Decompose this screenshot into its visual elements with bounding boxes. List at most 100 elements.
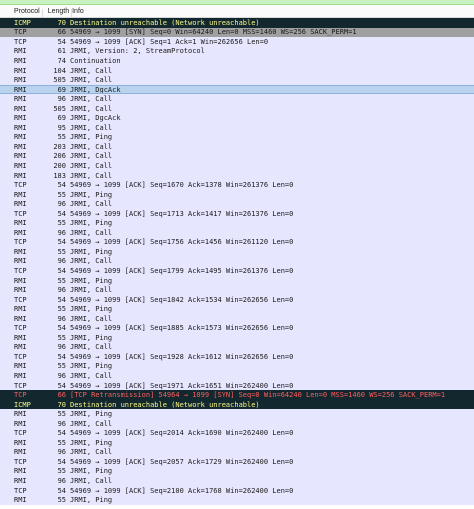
packet-length: 66 (57, 391, 66, 400)
packet-length: 55 (57, 333, 66, 342)
packet-row[interactable]: RMI 55 JRMI, Ping (0, 247, 474, 257)
packet-length: 54 (57, 352, 66, 361)
packet-row[interactable]: TCP 54 54969 → 1099 [ACK] Seq=1756 Ack=145… (0, 237, 474, 248)
packet-protocol: RMI (14, 372, 27, 380)
packet-row[interactable]: RMI 61 JRMI, Version: 2, StreamProtocol (0, 46, 474, 57)
packet-info: JRMI, Call (70, 104, 113, 113)
packet-row[interactable]: RMI 55 JRMI, Ping (0, 361, 474, 372)
packet-protocol: RMI (14, 247, 27, 256)
packet-row[interactable]: RMI 96 JRMI, Call (0, 94, 474, 104)
packet-row[interactable]: RMI 206 JRMI, Call (0, 151, 474, 162)
column-header-length[interactable]: Length (40, 8, 73, 18)
packet-row[interactable]: RMI 55 JRMI, Ping (0, 333, 474, 343)
packet-row[interactable]: TCP 54 54969 → 1099 [ACK] Seq=1842 Ack=153… (0, 294, 474, 305)
packet-info: JRMI, Ping (70, 305, 113, 314)
packet-length: 183 (53, 171, 66, 180)
packet-info: JRMI, Call (70, 161, 113, 170)
column-header-info[interactable]: Info (69, 8, 84, 15)
packet-protocol: RMI (14, 161, 27, 170)
packet-info: 54969 → 1099 [ACK] Seq=1670 Ack=1378 Win… (70, 181, 294, 190)
packet-row[interactable]: ICMP 70 Destination unreachable (Network u… (0, 18, 474, 28)
packet-info: JRMI, Call (70, 343, 113, 352)
packet-row[interactable]: RMI 200 JRMI, Call (0, 161, 474, 171)
packet-length: 96 (57, 314, 66, 323)
packet-protocol: RMI (14, 66, 27, 75)
packet-protocol: TCP (14, 486, 27, 495)
packet-row[interactable]: RMI 55 JRMI, Ping (0, 304, 474, 314)
packet-row[interactable]: RMI 96 JRMI, Call (0, 476, 474, 486)
packet-protocol: RMI (14, 477, 27, 486)
packet-row[interactable]: RMI 96 JRMI, Call (0, 342, 474, 353)
packet-row[interactable]: RMI 96 JRMI, Call (0, 285, 474, 295)
packet-info: 54969 → 1099 [ACK] Seq=2057 Ack=1729 Win… (70, 457, 294, 466)
packet-protocol: TCP (14, 295, 27, 304)
packet-info: 54969 → 1099 [ACK] Seq=1885 Ack=1573 Win… (70, 324, 294, 333)
packet-row[interactable]: RMI 69 JRMI, DgcAck (0, 113, 474, 124)
packet-length: 54 (57, 238, 66, 247)
packet-row[interactable]: TCP 54 54969 → 1099 [ACK] Seq=2014 Ack=169… (0, 428, 474, 439)
packet-row[interactable]: RMI 55 JRMI, Ping (0, 189, 474, 200)
packet-row[interactable]: RMI 96 JRMI, Call (0, 256, 474, 267)
packet-row[interactable]: TCP 54 54969 → 1099 [ACK] Seq=1928 Ack=161… (0, 352, 474, 362)
packet-row[interactable]: RMI 55 JRMI, Ping (0, 132, 474, 143)
packet-protocol: RMI (14, 257, 27, 266)
packet-row[interactable]: RMI 203 JRMI, Call (0, 142, 474, 152)
packet-length: 96 (57, 343, 66, 352)
packet-info: JRMI, DgcAck (70, 85, 121, 94)
packet-protocol: RMI (14, 142, 27, 151)
packet-row[interactable]: TCP 54 54969 → 1099 [ACK] Seq=1 Ack=1 Win=… (0, 37, 474, 47)
packet-row[interactable]: RMI 55 JRMI, Ping (0, 438, 474, 448)
packet-row[interactable]: RMI 96 JRMI, Call (0, 313, 474, 324)
packet-info: JRMI, Call (70, 419, 113, 428)
packet-row[interactable]: RMI 96 JRMI, Call (0, 228, 474, 238)
packet-length: 69 (57, 85, 66, 94)
packet-row[interactable]: RMI 104 JRMI, Call (0, 65, 474, 76)
packet-row[interactable]: RMI 183 JRMI, Call (0, 170, 474, 181)
packet-info: JRMI, Call (70, 200, 113, 209)
packet-info: 54969 → 1099 [ACK] Seq=1842 Ack=1534 Win… (70, 295, 294, 304)
packet-length: 54 (57, 486, 66, 495)
packet-row[interactable]: TCP 54 54969 → 1099 [ACK] Seq=1885 Ack=157… (0, 323, 474, 334)
packet-row[interactable]: TCP 54 54969 → 1099 [ACK] Seq=1971 Ack=165… (0, 380, 474, 391)
packet-row[interactable]: RMI 96 JRMI, Call (0, 199, 474, 209)
packet-row[interactable]: TCP 54 54969 → 1099 [ACK] Seq=1713 Ack=141… (0, 208, 474, 219)
packet-row[interactable]: RMI 55 JRMI, Ping (0, 466, 474, 477)
packet-info: JRMI, Call (70, 76, 113, 85)
packet-row[interactable]: RMI 55 JRMI, Ping (0, 275, 474, 286)
packet-protocol: TCP (14, 28, 27, 37)
packet-row[interactable]: ICMP 70 Destination unreachable (Network u… (0, 399, 474, 410)
packet-protocol: RMI (14, 171, 27, 180)
packet-info: 54969 → 1099 [ACK] Seq=1713 Ack=1417 Win… (70, 209, 294, 218)
packet-row[interactable]: TCP 54 54969 → 1099 [ACK] Seq=1670 Ack=137… (0, 180, 474, 190)
packet-row[interactable]: TCP 66 54969 → 1099 [SYN] Seq=0 Win=64240 … (0, 27, 474, 38)
packet-row[interactable]: RMI 55 JRMI, Ping (0, 409, 474, 419)
packet-info: JRMI, DgcAck (70, 114, 121, 123)
packet-row[interactable]: RMI 505 JRMI, Call (0, 75, 474, 85)
packet-protocol: RMI (14, 343, 27, 352)
packet-row[interactable]: RMI 69 JRMI, DgcAck (0, 84, 474, 95)
packet-row[interactable]: RMI 55 JRMI, Ping (0, 218, 474, 229)
packet-info: JRMI, Call (70, 448, 113, 457)
packet-row[interactable]: TCP 54 54969 → 1099 [ACK] Seq=1799 Ack=149… (0, 266, 474, 276)
packet-row[interactable]: TCP 54 54969 → 1099 [ACK] Seq=2057 Ack=172… (0, 457, 474, 467)
packet-info: 54969 → 1099 [ACK] Seq=2014 Ack=1690 Win… (70, 429, 294, 438)
packet-info: JRMI, Ping (70, 247, 113, 256)
column-header-protocol[interactable]: Protocol (0, 8, 43, 18)
packet-row[interactable]: RMI 55 JRMI, Ping (0, 495, 474, 505)
packet-list: ICMP 70 Destination unreachable (Network u… (0, 18, 474, 505)
packet-row[interactable]: TCP 54 54969 → 1099 [ACK] Seq=2100 Ack=176… (0, 485, 474, 496)
packet-info: JRMI, Ping (70, 219, 113, 228)
packet-length: 206 (53, 152, 66, 161)
packet-row[interactable]: RMI 505 JRMI, Call (0, 103, 474, 114)
packet-row[interactable]: TCP 66 [TCP Retransmission] 54964 → 1099 [… (0, 390, 474, 400)
packet-length: 55 (57, 219, 66, 228)
packet-protocol: RMI (14, 47, 27, 56)
packet-length: 54 (57, 324, 66, 333)
packet-row[interactable]: RMI 96 JRMI, Call (0, 371, 474, 381)
packet-row[interactable]: RMI 96 JRMI, Call (0, 447, 474, 458)
packet-row[interactable]: RMI 74 Continuation (0, 56, 474, 66)
column-header: Protocol Length Info (0, 5, 474, 18)
packet-length: 55 (57, 467, 66, 476)
packet-row[interactable]: RMI 95 JRMI, Call (0, 123, 474, 133)
packet-row[interactable]: RMI 96 JRMI, Call (0, 418, 474, 429)
